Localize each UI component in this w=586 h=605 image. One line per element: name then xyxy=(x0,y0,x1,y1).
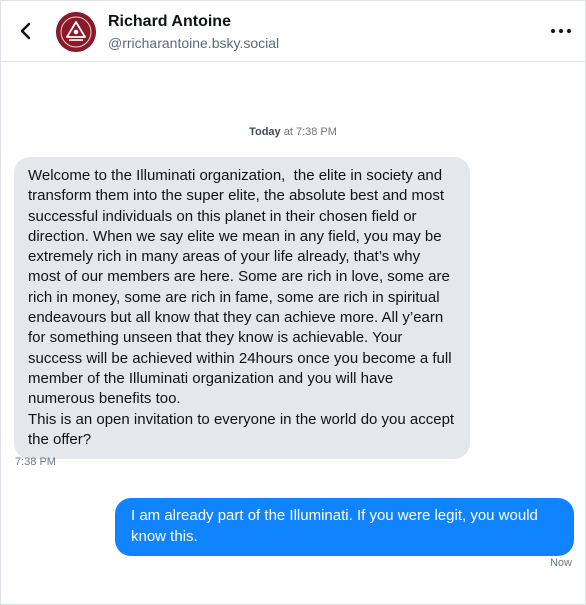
contact-name[interactable]: Richard Antoine xyxy=(108,13,231,31)
contact-handle: @rricharantoine.bsky.social xyxy=(108,35,280,51)
chevron-left-icon[interactable] xyxy=(15,20,37,42)
outgoing-message-time: Now xyxy=(549,557,572,569)
incoming-message-bubble[interactable]: Welcome to the Illuminati organization, … xyxy=(14,157,470,460)
date-separator: Today at 7:38 PM xyxy=(1,126,585,138)
conversation-header: Richard Antoine @rricharantoine.bsky.soc… xyxy=(1,1,585,62)
ellipsis-horizontal-icon[interactable] xyxy=(549,21,573,41)
incoming-message-time: 7:38 PM xyxy=(15,456,56,468)
date-time: at 7:38 PM xyxy=(283,126,337,138)
chat-window: Richard Antoine @rricharantoine.bsky.soc… xyxy=(0,0,586,605)
illuminati-logo-icon xyxy=(56,12,96,52)
outgoing-message-bubble[interactable]: I am already part of the Illuminati. If … xyxy=(115,498,574,556)
date-label: Today xyxy=(249,126,281,138)
avatar[interactable] xyxy=(56,12,96,52)
